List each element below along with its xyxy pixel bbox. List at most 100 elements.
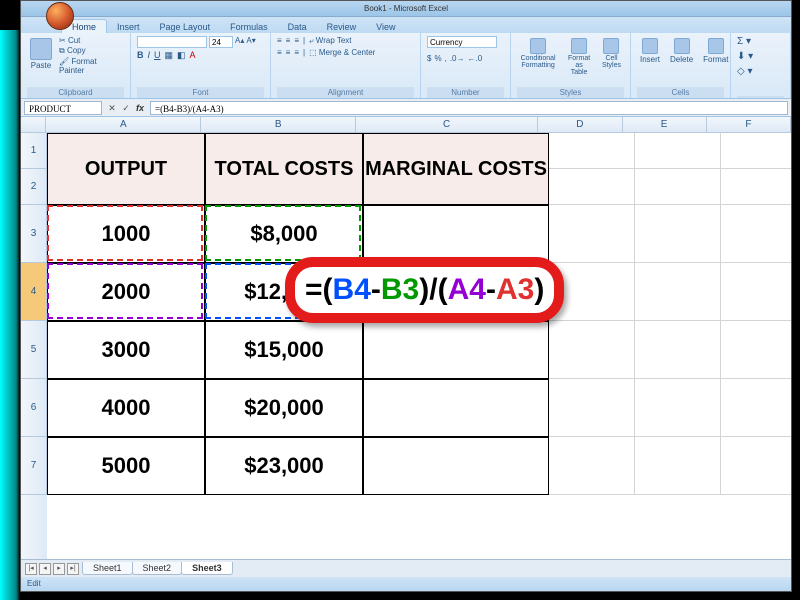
- font-name-input[interactable]: [137, 36, 207, 48]
- cell-F5[interactable]: [721, 321, 791, 379]
- cell-styles-button[interactable]: Cell Styles: [599, 36, 624, 71]
- cell-E5[interactable]: [635, 321, 721, 379]
- row-header-4[interactable]: 4: [21, 263, 47, 321]
- enter-formula-button[interactable]: ✓: [119, 101, 133, 115]
- align-mid-icon[interactable]: ≡: [286, 36, 291, 46]
- cell-E7[interactable]: [635, 437, 721, 495]
- cell-E4[interactable]: [635, 263, 721, 321]
- comma-icon[interactable]: ,: [445, 54, 447, 63]
- align-left-icon[interactable]: ≡: [277, 48, 282, 57]
- sheet-nav-first[interactable]: |◂: [25, 563, 37, 575]
- cancel-formula-button[interactable]: ✕: [105, 101, 119, 115]
- cell-A5[interactable]: 3000: [47, 321, 205, 379]
- row-header-2[interactable]: 2: [21, 169, 47, 205]
- underline-button[interactable]: U: [154, 50, 161, 61]
- cell-C6[interactable]: [363, 379, 549, 437]
- border-button[interactable]: ▦: [165, 50, 174, 61]
- office-button[interactable]: [46, 2, 74, 30]
- fill-color-button[interactable]: ◧: [177, 50, 186, 61]
- col-header-F[interactable]: F: [707, 117, 791, 133]
- cell-D1[interactable]: [549, 133, 635, 169]
- row-header-6[interactable]: 6: [21, 379, 47, 437]
- cell-D7[interactable]: [549, 437, 635, 495]
- col-header-B[interactable]: B: [201, 117, 356, 133]
- cell-F7[interactable]: [721, 437, 791, 495]
- spreadsheet-grid[interactable]: ABCDEF 1234567 OUTPUTTOTAL COSTSMARGINAL…: [21, 117, 791, 559]
- tab-data[interactable]: Data: [278, 20, 317, 33]
- cell-B3[interactable]: $8,000: [205, 205, 363, 263]
- row-header-5[interactable]: 5: [21, 321, 47, 379]
- font-size-input[interactable]: [209, 36, 233, 48]
- conditional-formatting-button[interactable]: Conditional Formatting: [517, 36, 559, 71]
- inc-decimal-icon[interactable]: .0→: [450, 54, 465, 63]
- cell-C5[interactable]: [363, 321, 549, 379]
- cell-D3[interactable]: [549, 205, 635, 263]
- formula-input[interactable]: =(B4-B3)/(A4-A3): [150, 101, 788, 115]
- cell-F6[interactable]: [721, 379, 791, 437]
- align-center-icon[interactable]: ≡: [286, 48, 291, 57]
- sheet-nav-next[interactable]: ▸: [53, 563, 65, 575]
- row-header-7[interactable]: 7: [21, 437, 47, 495]
- wrap-text-button[interactable]: ⤶ Wrap Text: [309, 36, 351, 46]
- sheet-tab-3[interactable]: Sheet3: [181, 562, 233, 575]
- italic-button[interactable]: I: [148, 50, 151, 61]
- delete-cells-button[interactable]: Delete: [667, 36, 696, 66]
- paste-button[interactable]: Paste: [27, 36, 55, 72]
- cell-D5[interactable]: [549, 321, 635, 379]
- cell-F2[interactable]: [721, 169, 791, 205]
- cell-E6[interactable]: [635, 379, 721, 437]
- col-header-A[interactable]: A: [46, 117, 201, 133]
- name-box[interactable]: PRODUCT: [24, 101, 102, 115]
- header-marginal-costs[interactable]: MARGINAL COSTS: [363, 133, 549, 205]
- sheet-tab-1[interactable]: Sheet1: [82, 562, 133, 575]
- cell-A7[interactable]: 5000: [47, 437, 205, 495]
- format-painter-button[interactable]: 🖌 Format Painter: [59, 57, 124, 75]
- col-header-E[interactable]: E: [623, 117, 707, 133]
- cell-E3[interactable]: [635, 205, 721, 263]
- cell-B6[interactable]: $20,000: [205, 379, 363, 437]
- tab-page-layout[interactable]: Page Layout: [150, 20, 221, 33]
- merge-center-button[interactable]: ⬚ Merge & Center: [309, 48, 375, 57]
- bold-button[interactable]: B: [137, 50, 144, 61]
- percent-icon[interactable]: %: [434, 54, 441, 63]
- col-header-C[interactable]: C: [356, 117, 538, 133]
- cell-F3[interactable]: [721, 205, 791, 263]
- format-as-table-button[interactable]: Format as Table: [563, 36, 595, 78]
- cell-E2[interactable]: [635, 169, 721, 205]
- cell-A3[interactable]: 1000: [47, 205, 205, 263]
- decrease-font-icon[interactable]: A▾: [246, 36, 255, 48]
- cell-B5[interactable]: $15,000: [205, 321, 363, 379]
- clear-button[interactable]: ◇ ▾: [737, 66, 753, 77]
- cell-A6[interactable]: 4000: [47, 379, 205, 437]
- insert-cells-button[interactable]: Insert: [637, 36, 663, 66]
- dec-decimal-icon[interactable]: ←.0: [467, 54, 482, 63]
- align-top-icon[interactable]: ≡: [277, 36, 282, 46]
- cell-D2[interactable]: [549, 169, 635, 205]
- align-right-icon[interactable]: ≡: [294, 48, 299, 57]
- sheet-nav-prev[interactable]: ◂: [39, 563, 51, 575]
- cell-F1[interactable]: [721, 133, 791, 169]
- font-color-button[interactable]: A: [190, 50, 196, 61]
- header-total-costs[interactable]: TOTAL COSTS: [205, 133, 363, 205]
- cell-F4[interactable]: [721, 263, 791, 321]
- tab-view[interactable]: View: [366, 20, 405, 33]
- fx-button[interactable]: fx: [133, 101, 147, 115]
- currency-icon[interactable]: $: [427, 54, 431, 63]
- cell-D6[interactable]: [549, 379, 635, 437]
- align-bot-icon[interactable]: ≡: [294, 36, 299, 46]
- autosum-button[interactable]: Σ ▾: [737, 36, 751, 47]
- cut-button[interactable]: ✂ Cut: [59, 36, 124, 45]
- format-cells-button[interactable]: Format: [700, 36, 731, 66]
- number-format-select[interactable]: [427, 36, 497, 48]
- tab-formulas[interactable]: Formulas: [220, 20, 278, 33]
- cell-C7[interactable]: [363, 437, 549, 495]
- sheet-nav-last[interactable]: ▸|: [67, 563, 79, 575]
- increase-font-icon[interactable]: A▴: [235, 36, 244, 48]
- select-all-corner[interactable]: [21, 117, 46, 133]
- cell-E1[interactable]: [635, 133, 721, 169]
- cell-C3[interactable]: [363, 205, 549, 263]
- row-header-1[interactable]: 1: [21, 133, 47, 169]
- copy-button[interactable]: ⧉ Copy: [59, 46, 124, 56]
- sheet-tab-2[interactable]: Sheet2: [132, 562, 183, 575]
- header-output[interactable]: OUTPUT: [47, 133, 205, 205]
